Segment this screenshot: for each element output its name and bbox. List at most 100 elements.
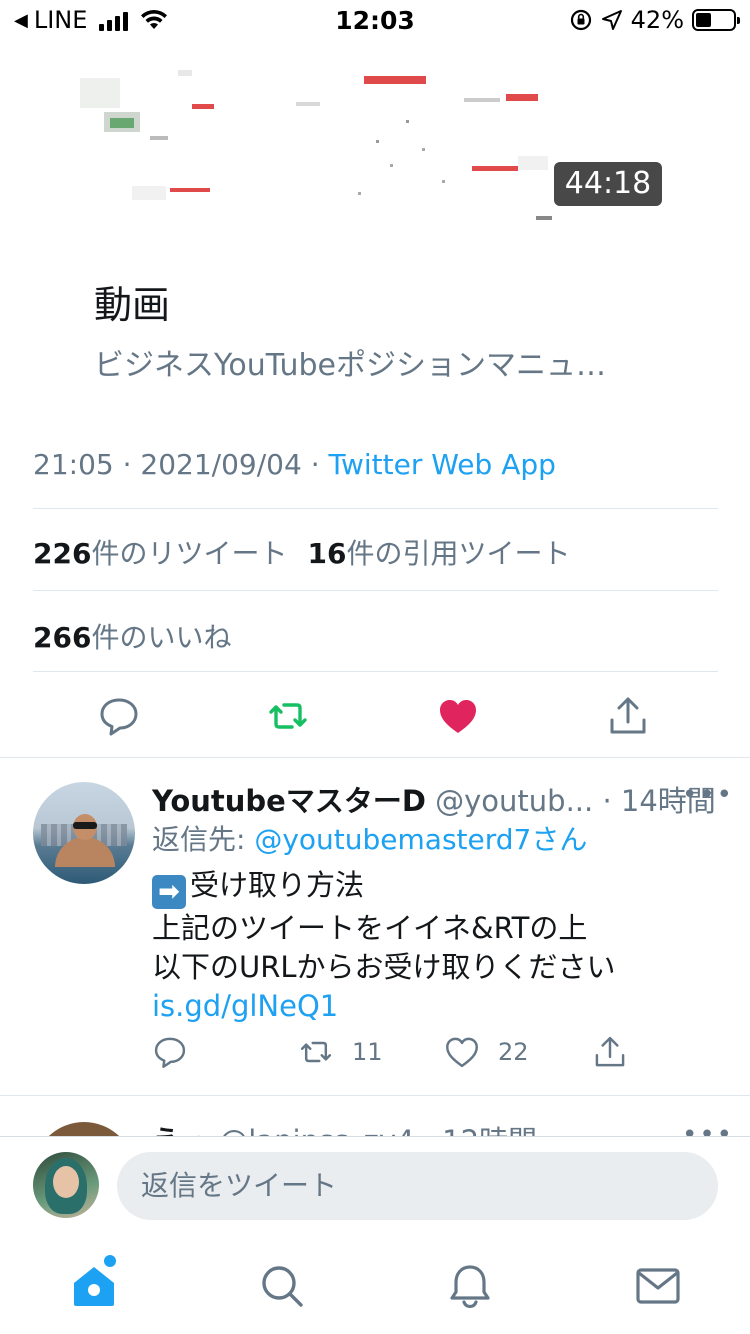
thumb-detail [518,156,548,170]
retweets-count: 226 [33,537,92,570]
next-tweet-name: えっ [152,1124,210,1136]
tab-search[interactable] [258,1262,306,1310]
my-avatar[interactable] [33,1152,99,1218]
notifications-icon [450,1265,490,1309]
retweet-icon [269,703,307,729]
quotes-stat[interactable]: 16件の引用ツイート [307,537,570,570]
retweets-label: 件のリツイート [91,537,288,570]
right-arrow-emoji-icon: ➡ [152,875,186,909]
share-button[interactable] [606,694,650,738]
thumb-detail [80,78,120,108]
thumb-detail [178,70,192,76]
reply-input[interactable]: 返信をツイート [117,1152,718,1220]
reply-like-button[interactable]: 22 [444,1034,529,1070]
thumb-detail [442,180,445,183]
divider [0,757,750,758]
reply-to-prefix: 返信先: [152,823,255,856]
video-duration: 44:18 [554,162,662,206]
like-button[interactable] [436,694,480,738]
retweet-icon [300,1041,332,1063]
thumb-detail [506,94,538,101]
messages-icon [636,1268,680,1304]
tab-home[interactable] [70,1262,118,1310]
tweet-date: 2021/09/04 [140,448,302,481]
thumb-detail [376,140,379,143]
more-options-icon[interactable]: ••• [682,1120,734,1136]
thumb-detail [358,192,361,195]
share-icon [595,1036,625,1067]
reply-button[interactable] [97,694,141,738]
reply-author-name[interactable]: YoutubeマスターD [152,784,426,818]
reply-icon [100,698,138,736]
quotes-count: 16 [307,537,347,570]
reply-to-line: 返信先: @youtubemasterd7さん [152,818,587,858]
likes-count: 266 [33,621,92,654]
video-subtitle: ビジネスYouTubeポジションマニュ… [94,348,606,383]
location-icon [601,10,622,30]
divider [33,671,718,672]
reply-author-handle[interactable]: @youtub... [435,784,593,818]
video-thumbnail[interactable]: 44:18 [60,40,692,240]
home-notification-dot [104,1255,116,1267]
reply-reply-button[interactable] [152,1034,188,1070]
thumb-detail [364,76,426,84]
status-bar: ◀ LINE 12:03 42% [0,0,750,40]
tweet-source-link[interactable]: Twitter Web App [329,448,556,481]
thumb-detail [110,118,134,128]
reply-line-1: 受け取り方法 [190,868,365,902]
next-tweet-time: 12時間 [442,1124,537,1136]
next-tweet-separator: · [424,1124,433,1136]
battery-fill [696,13,712,27]
reply-header: YoutubeマスターD @youtub... · 14時間 [152,778,716,820]
quotes-label: 件の引用ツイート [346,537,571,570]
home-icon [74,1267,114,1306]
next-tweet-avatar[interactable] [33,1122,135,1136]
status-right: 42% [569,6,740,34]
reply-separator: · [602,784,612,818]
battery-icon [692,9,740,31]
thumb-detail [390,164,393,167]
likes-label: 件のいいね [91,621,232,654]
like-icon [440,700,476,733]
retweet-quote-stats: 226件のリツイート 16件の引用ツイート [33,532,570,572]
reply-like-count: 22 [498,1038,529,1066]
retweet-button[interactable] [266,694,310,738]
reply-line-2: 上記のツイートをイイネ&RTの上 [152,911,588,945]
next-tweet[interactable]: えっ @lapinss_zy4 · 12時間 ••• [0,1096,750,1136]
reply-icon [154,1037,186,1068]
more-options-icon[interactable]: ••• [682,780,734,810]
orientation-lock-icon [570,9,591,31]
video-card[interactable]: 44:18 動画 ビジネスYouTubeポジションマニュ… [60,40,692,392]
thumb-detail [472,166,518,171]
reply-link[interactable]: is.gd/glNeQ1 [152,987,616,1026]
thumb-detail [406,120,409,123]
reply-line-3: 以下のURLからお受け取りください [152,950,616,984]
likes-stat[interactable]: 266件のいいね [33,616,231,656]
thumb-detail [132,186,166,200]
next-tweet-header: えっ @lapinss_zy4 · 12時間 [152,1118,537,1136]
thumb-detail [422,148,425,151]
reply-text: ➡ 受け取り方法 上記のツイートをイイネ&RTの上 以下のURLからお受け取りくだ… [152,866,616,1026]
thumb-detail [150,136,168,140]
reply-avatar[interactable] [33,782,135,884]
reply-retweet-button[interactable]: 11 [298,1034,383,1070]
tweet-timestamp: 21:05 · 2021/09/04 · Twitter Web App [33,448,556,481]
reply-retweet-count: 11 [352,1038,383,1066]
tab-notifications[interactable] [446,1262,494,1310]
thumb-detail [464,98,500,102]
battery-percent: 42% [630,6,684,34]
thumb-detail [170,188,210,192]
tweet-time: 21:05 [33,448,114,481]
heart-outline-icon [446,1037,478,1068]
reply-to-handle[interactable]: @youtubemasterd7さん [254,823,587,856]
thumb-detail [296,102,320,106]
tab-messages[interactable] [634,1262,682,1310]
retweets-stat[interactable]: 226件のリツイート [33,537,287,570]
search-icon [262,1266,303,1307]
reply-line: ➡ 受け取り方法 [152,866,616,909]
reply-share-button[interactable] [592,1034,628,1070]
next-tweet-handle: @lapinss_zy4 [219,1124,414,1136]
video-title: 動画 [94,283,171,327]
divider [33,590,718,591]
thumb-detail [192,104,214,109]
